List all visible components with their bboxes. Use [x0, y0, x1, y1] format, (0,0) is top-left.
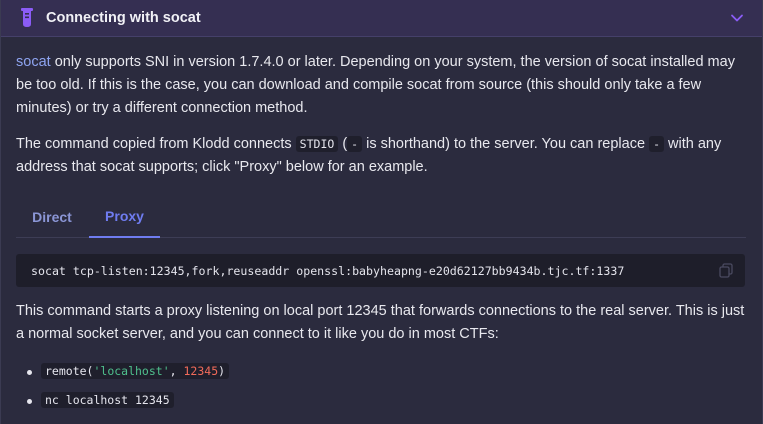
command-text: socat tcp-listen:12345,fork,reuseaddr op…: [31, 264, 625, 278]
dash-code-2: -: [649, 136, 664, 152]
connection-tabs: Direct Proxy: [16, 196, 746, 238]
connection-examples: remote('localhost', 12345) nc localhost …: [16, 360, 230, 418]
explain-text-3: is shorthand) to the server. You can rep…: [362, 136, 650, 152]
socat-panel: Connecting with socat socat only support…: [0, 0, 763, 424]
explain-paragraph: The command copied from Klodd connects S…: [16, 133, 748, 179]
nc-code: nc localhost 12345: [41, 392, 174, 408]
explain-text-2: (: [338, 136, 348, 152]
proxy-paragraph: This command starts a proxy listening on…: [16, 303, 745, 342]
explain-text-1: The command copied from Klodd connects: [16, 136, 296, 152]
list-item: nc localhost 12345: [26, 389, 229, 418]
remote-code: remote('localhost', 12345): [41, 363, 230, 379]
socat-link[interactable]: socat: [16, 54, 51, 70]
copy-icon[interactable]: [719, 263, 733, 278]
section-title: Connecting with socat: [46, 10, 201, 26]
tab-direct[interactable]: Direct: [16, 196, 88, 238]
section-header[interactable]: Connecting with socat: [1, 0, 762, 37]
list-item: remote('localhost', 12345): [26, 360, 230, 389]
command-block: socat tcp-listen:12345,fork,reuseaddr op…: [16, 254, 745, 287]
flask-icon: [21, 8, 33, 27]
intro-text: only supports SNI in version 1.7.4.0 or …: [16, 54, 735, 116]
intro-paragraph: socat only supports SNI in version 1.7.4…: [16, 51, 748, 120]
chevron-down-icon[interactable]: [730, 11, 744, 25]
dash-code: -: [347, 136, 363, 152]
stdio-code: STDIO: [295, 136, 339, 152]
tab-proxy[interactable]: Proxy: [89, 196, 160, 238]
